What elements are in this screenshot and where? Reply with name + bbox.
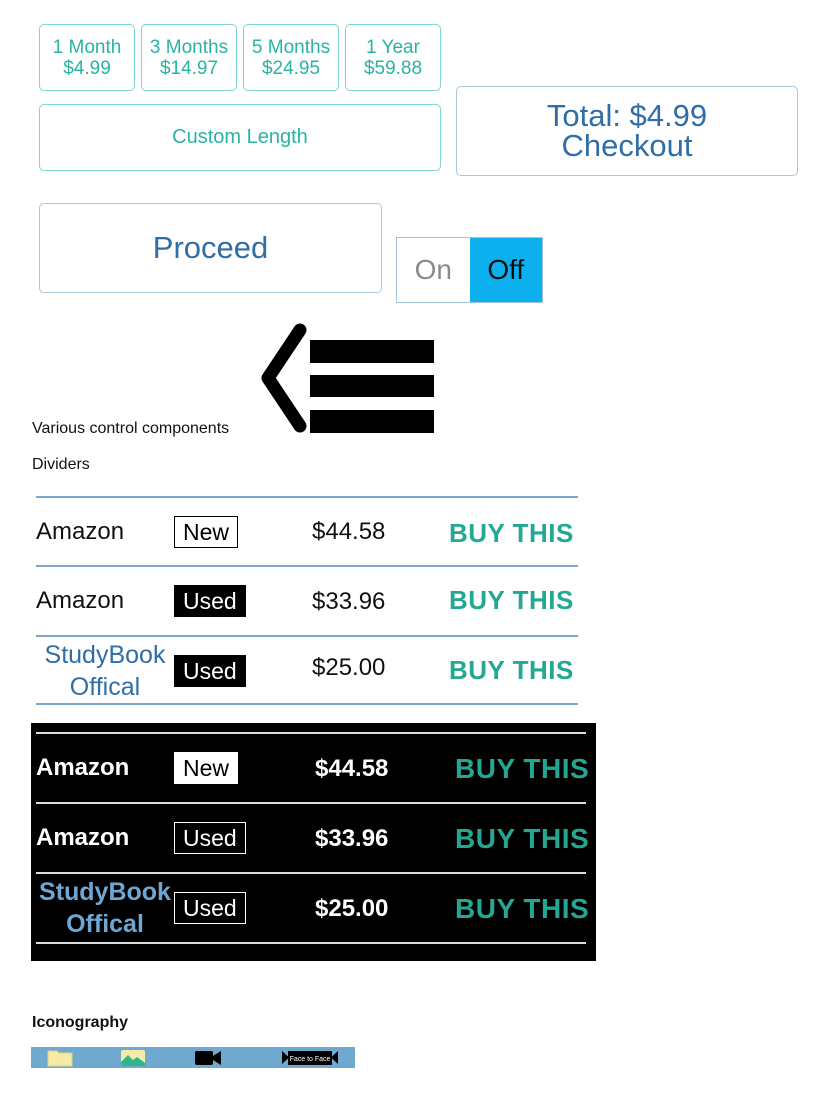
seller-name-line-2: Offical	[66, 910, 144, 938]
seller-name: Amazon	[36, 518, 125, 545]
listing-light: Amazon New $44.58 BUY THIS Amazon Used $…	[36, 496, 578, 708]
face-to-face-icon[interactable]: Face to Face	[281, 1048, 339, 1067]
on-off-toggle[interactable]: On Off	[396, 237, 543, 303]
video-camera-icon[interactable]	[194, 1048, 222, 1067]
plan-price: $59.88	[363, 57, 423, 79]
listing-row: Amazon Used $33.96 BUY THIS	[36, 805, 589, 871]
price: $33.96	[315, 825, 389, 852]
toggle-off-option[interactable]: Off	[469, 238, 542, 302]
price: $33.96	[312, 588, 386, 615]
listing-row: Amazon Used $33.96 BUY THIS	[36, 568, 578, 634]
price: $25.00	[312, 654, 386, 681]
iconography-caption: Iconography	[32, 1014, 129, 1031]
plan-5-months-button[interactable]: 5 Months $24.95	[243, 24, 339, 91]
seller-name: Amazon	[36, 754, 130, 781]
plan-1-month-button[interactable]: 1 Month $4.99	[39, 24, 135, 91]
icon-bar: Face to Face	[31, 1047, 355, 1068]
divider	[36, 565, 578, 567]
checkout-button[interactable]: Total: $4.99 Checkout	[456, 86, 798, 176]
plan-price: $4.99	[63, 57, 111, 79]
plan-price: $24.95	[261, 57, 321, 79]
plan-name: 5 Months	[251, 36, 331, 58]
buy-this-button[interactable]: BUY THIS	[455, 823, 589, 855]
seller-name: Amazon	[36, 587, 125, 614]
seller-name: StudyBook Offical	[36, 876, 174, 940]
plan-name: 1 Month	[52, 36, 122, 58]
listing-row: Amazon New $44.58 BUY THIS	[36, 735, 589, 801]
seller-name: StudyBook Offical	[36, 639, 174, 703]
listing-row: StudyBook Offical Used $25.00 BUY THIS	[36, 875, 589, 941]
listing-row: Amazon New $44.58 BUY THIS	[36, 498, 578, 566]
divider	[36, 635, 578, 637]
back-menu-icon[interactable]	[258, 322, 438, 436]
controls-caption: Various control components	[32, 420, 230, 437]
buy-this-button[interactable]: BUY THIS	[455, 893, 589, 925]
condition-badge: New	[174, 752, 239, 784]
buy-this-button[interactable]: BUY THIS	[449, 518, 574, 549]
price: $44.58	[312, 518, 386, 545]
plan-name: 3 Months	[149, 36, 229, 58]
buy-this-button[interactable]: BUY THIS	[449, 585, 574, 616]
seller-name-line-1: StudyBook	[44, 641, 166, 669]
image-icon[interactable]	[120, 1048, 146, 1067]
condition-badge: Used	[174, 585, 246, 617]
buy-this-button[interactable]: BUY THIS	[455, 753, 589, 785]
divider	[36, 872, 586, 874]
buy-this-button[interactable]: BUY THIS	[449, 655, 574, 686]
face-to-face-label: Face to Face	[290, 1056, 331, 1063]
checkout-total: Total: $4.99	[546, 98, 708, 133]
seller-name-line-1: StudyBook	[39, 878, 171, 906]
proceed-button[interactable]: Proceed	[39, 203, 382, 293]
plan-name: 1 Year	[366, 36, 420, 58]
checkout-label: Checkout	[561, 128, 693, 163]
listing-dark: Amazon New $44.58 BUY THIS Amazon Used $…	[31, 723, 596, 961]
divider	[36, 802, 586, 804]
condition-badge: Used	[174, 822, 246, 854]
condition-badge: Used	[174, 892, 246, 924]
divider	[36, 703, 578, 705]
seller-name-line-2: Offical	[69, 673, 141, 701]
plan-1-year-button[interactable]: 1 Year $59.88	[345, 24, 441, 91]
divider	[36, 732, 586, 734]
plan-3-months-button[interactable]: 3 Months $14.97	[141, 24, 237, 91]
toggle-on-option[interactable]: On	[397, 238, 470, 302]
listing-row: StudyBook Offical Used $25.00 BUY THIS	[36, 638, 578, 704]
seller-name: Amazon	[36, 824, 130, 851]
condition-badge: New	[174, 516, 239, 548]
plan-price: $14.97	[159, 57, 219, 79]
custom-length-button[interactable]: Custom Length	[39, 104, 441, 171]
price: $44.58	[315, 755, 389, 782]
divider	[36, 942, 586, 944]
folder-icon[interactable]	[47, 1048, 73, 1067]
dividers-caption: Dividers	[32, 456, 90, 473]
condition-badge: Used	[174, 655, 246, 687]
price: $25.00	[315, 895, 389, 922]
